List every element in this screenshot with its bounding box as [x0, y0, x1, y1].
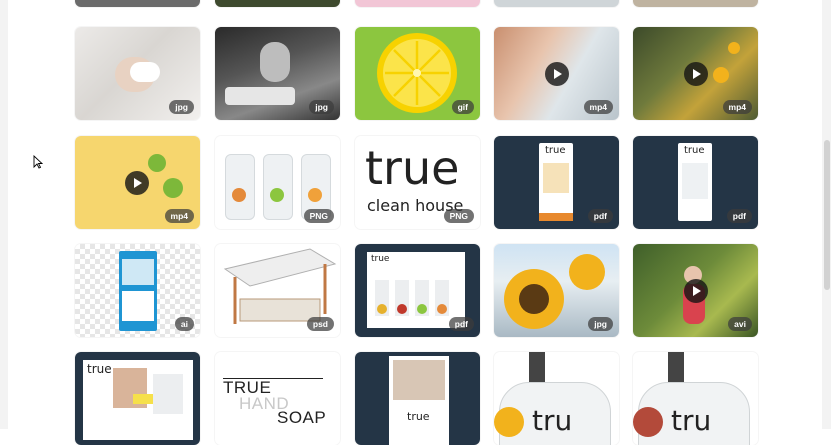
asset-tile[interactable]: psd: [215, 244, 340, 337]
file-type-badge: pdf: [587, 209, 613, 223]
asset-tile-partial[interactable]: [215, 0, 340, 7]
file-type-badge: jpg: [169, 100, 194, 114]
file-type-badge: PNG: [443, 209, 474, 223]
asset-tile[interactable]: true clean house PNG: [355, 136, 480, 229]
file-type-badge: mp4: [583, 100, 613, 114]
asset-tile[interactable]: avi: [633, 244, 758, 337]
asset-tile[interactable]: PNG: [215, 136, 340, 229]
file-type-badge: jpg: [309, 100, 334, 114]
asset-tile-partial[interactable]: [494, 0, 619, 7]
file-type-badge: psd: [306, 317, 334, 331]
asset-tile[interactable]: true: [75, 352, 200, 445]
asset-tile[interactable]: TRUE HAND SOAP: [215, 352, 340, 445]
play-icon[interactable]: [544, 61, 569, 86]
file-type-badge: gif: [451, 100, 474, 114]
brand-wordmark: tru: [671, 404, 712, 437]
true-hand-soap-logo: TRUE HAND SOAP: [215, 352, 340, 445]
left-gutter: [0, 0, 8, 429]
bottle-closeup-thumbnail: tru: [633, 352, 758, 445]
brand-wordmark: true: [87, 362, 112, 376]
file-type-badge: pdf: [448, 317, 474, 331]
asset-tile[interactable]: mp4: [633, 27, 758, 120]
asset-tile[interactable]: tru: [633, 352, 758, 445]
bottle-closeup-thumbnail: tru: [494, 352, 619, 445]
asset-tile[interactable]: jpg: [494, 244, 619, 337]
asset-tile[interactable]: gif: [355, 27, 480, 120]
scrollbar-thumb[interactable]: [824, 140, 830, 290]
asset-tile-partial[interactable]: [75, 0, 200, 7]
brand-wordmark: true: [365, 141, 460, 195]
asset-tile[interactable]: true pdf: [633, 136, 758, 229]
asset-tile[interactable]: true pdf: [355, 244, 480, 337]
mouse-cursor-icon: [33, 155, 43, 169]
brand-wordmark: true: [684, 145, 705, 156]
brand-wordmark: true: [407, 410, 430, 423]
file-type-badge: pdf: [726, 209, 752, 223]
asset-tile[interactable]: mp4: [494, 27, 619, 120]
asset-tile[interactable]: ai: [75, 244, 200, 337]
asset-tile[interactable]: jpg: [75, 27, 200, 120]
brand-wordmark: tru: [532, 404, 573, 437]
asset-tile[interactable]: true pdf: [494, 136, 619, 229]
asset-tile[interactable]: mp4: [75, 136, 200, 229]
asset-tile[interactable]: jpg: [215, 27, 340, 120]
play-icon[interactable]: [125, 170, 149, 195]
asset-tile[interactable]: tru: [494, 352, 619, 445]
asset-tile[interactable]: true: [355, 352, 480, 445]
brochure-thumbnail: true: [75, 352, 200, 445]
file-type-badge: ai: [174, 317, 194, 331]
asset-grid: jpg jpg gif mp4 mp4 mp4 PNG true clean h…: [75, 0, 765, 445]
poster-thumbnail: true: [355, 352, 480, 445]
brand-wordmark: true: [371, 254, 390, 264]
brand-wordmark: true: [545, 145, 566, 156]
wordmark-line-3: SOAP: [277, 408, 327, 427]
asset-tile-partial[interactable]: [633, 0, 758, 7]
play-icon[interactable]: [683, 278, 708, 303]
file-type-badge: jpg: [588, 317, 613, 331]
play-icon[interactable]: [683, 61, 708, 86]
file-type-badge: PNG: [303, 209, 334, 223]
file-type-badge: avi: [728, 317, 752, 331]
file-type-badge: mp4: [164, 209, 194, 223]
asset-tile-partial[interactable]: [355, 0, 480, 7]
file-type-badge: mp4: [722, 100, 752, 114]
